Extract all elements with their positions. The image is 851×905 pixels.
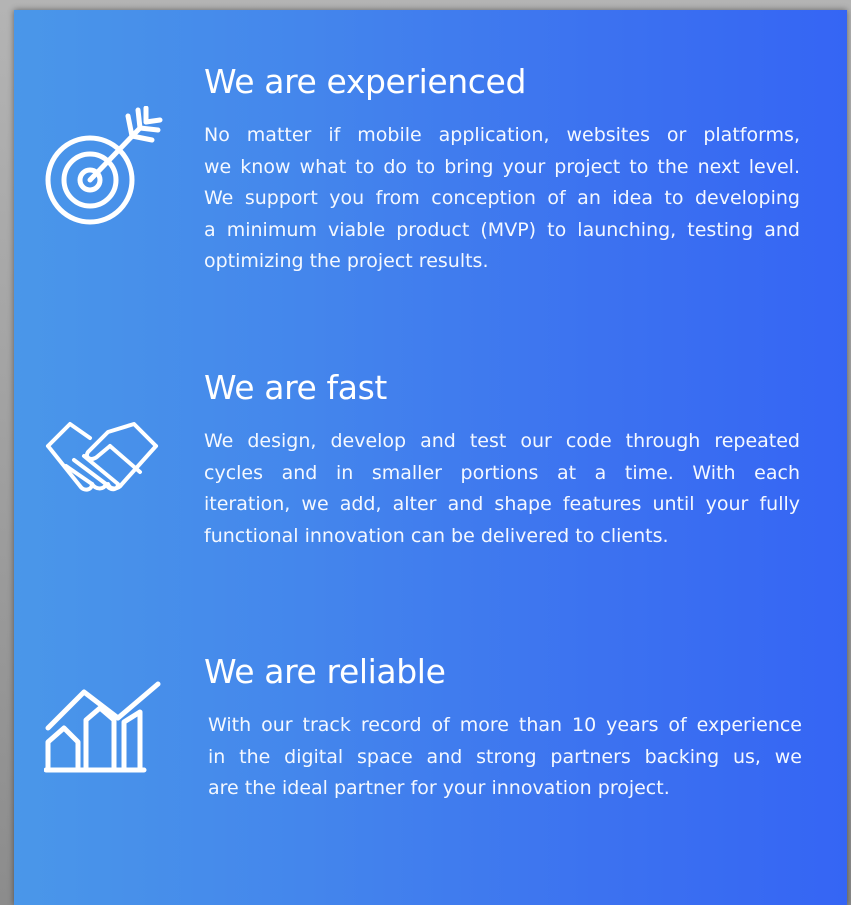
- section-title: We are fast: [204, 368, 387, 407]
- description-line: we know what to do to bring your project…: [204, 155, 800, 178]
- description-line: a minimum viable product (MVP) to launch…: [204, 218, 800, 241]
- section-title: We are experienced: [204, 62, 526, 101]
- section-description: With our track record of more than 10 ye…: [208, 710, 802, 805]
- description-line: are the ideal partner for your innovatio…: [208, 777, 670, 799]
- section-description: No matter if mobile application, website…: [204, 120, 800, 278]
- description-line: No matter if mobile application, website…: [204, 124, 800, 146]
- target-arrow-icon: [42, 106, 176, 234]
- handshake-icon: [44, 414, 160, 500]
- description-line: in the digital space and strong partners…: [208, 745, 802, 768]
- description-line: We design, develop and test our code thr…: [204, 430, 800, 452]
- description-line: functional innovation can be delivered t…: [204, 524, 669, 547]
- description-line: iteration, we add, alter and shape featu…: [204, 493, 800, 515]
- section-description: We design, develop and test our code thr…: [204, 426, 800, 552]
- growth-chart-icon: [44, 678, 164, 774]
- features-panel: We are experienced No matter if mobile a…: [14, 10, 847, 905]
- description-line: optimizing the project results.: [204, 250, 489, 272]
- description-line: With our track record of more than 10 ye…: [208, 714, 802, 736]
- description-line: We support you from conception of an ide…: [204, 187, 800, 209]
- section-title: We are reliable: [204, 652, 446, 691]
- description-line: cycles and in smaller portions at a time…: [204, 461, 800, 484]
